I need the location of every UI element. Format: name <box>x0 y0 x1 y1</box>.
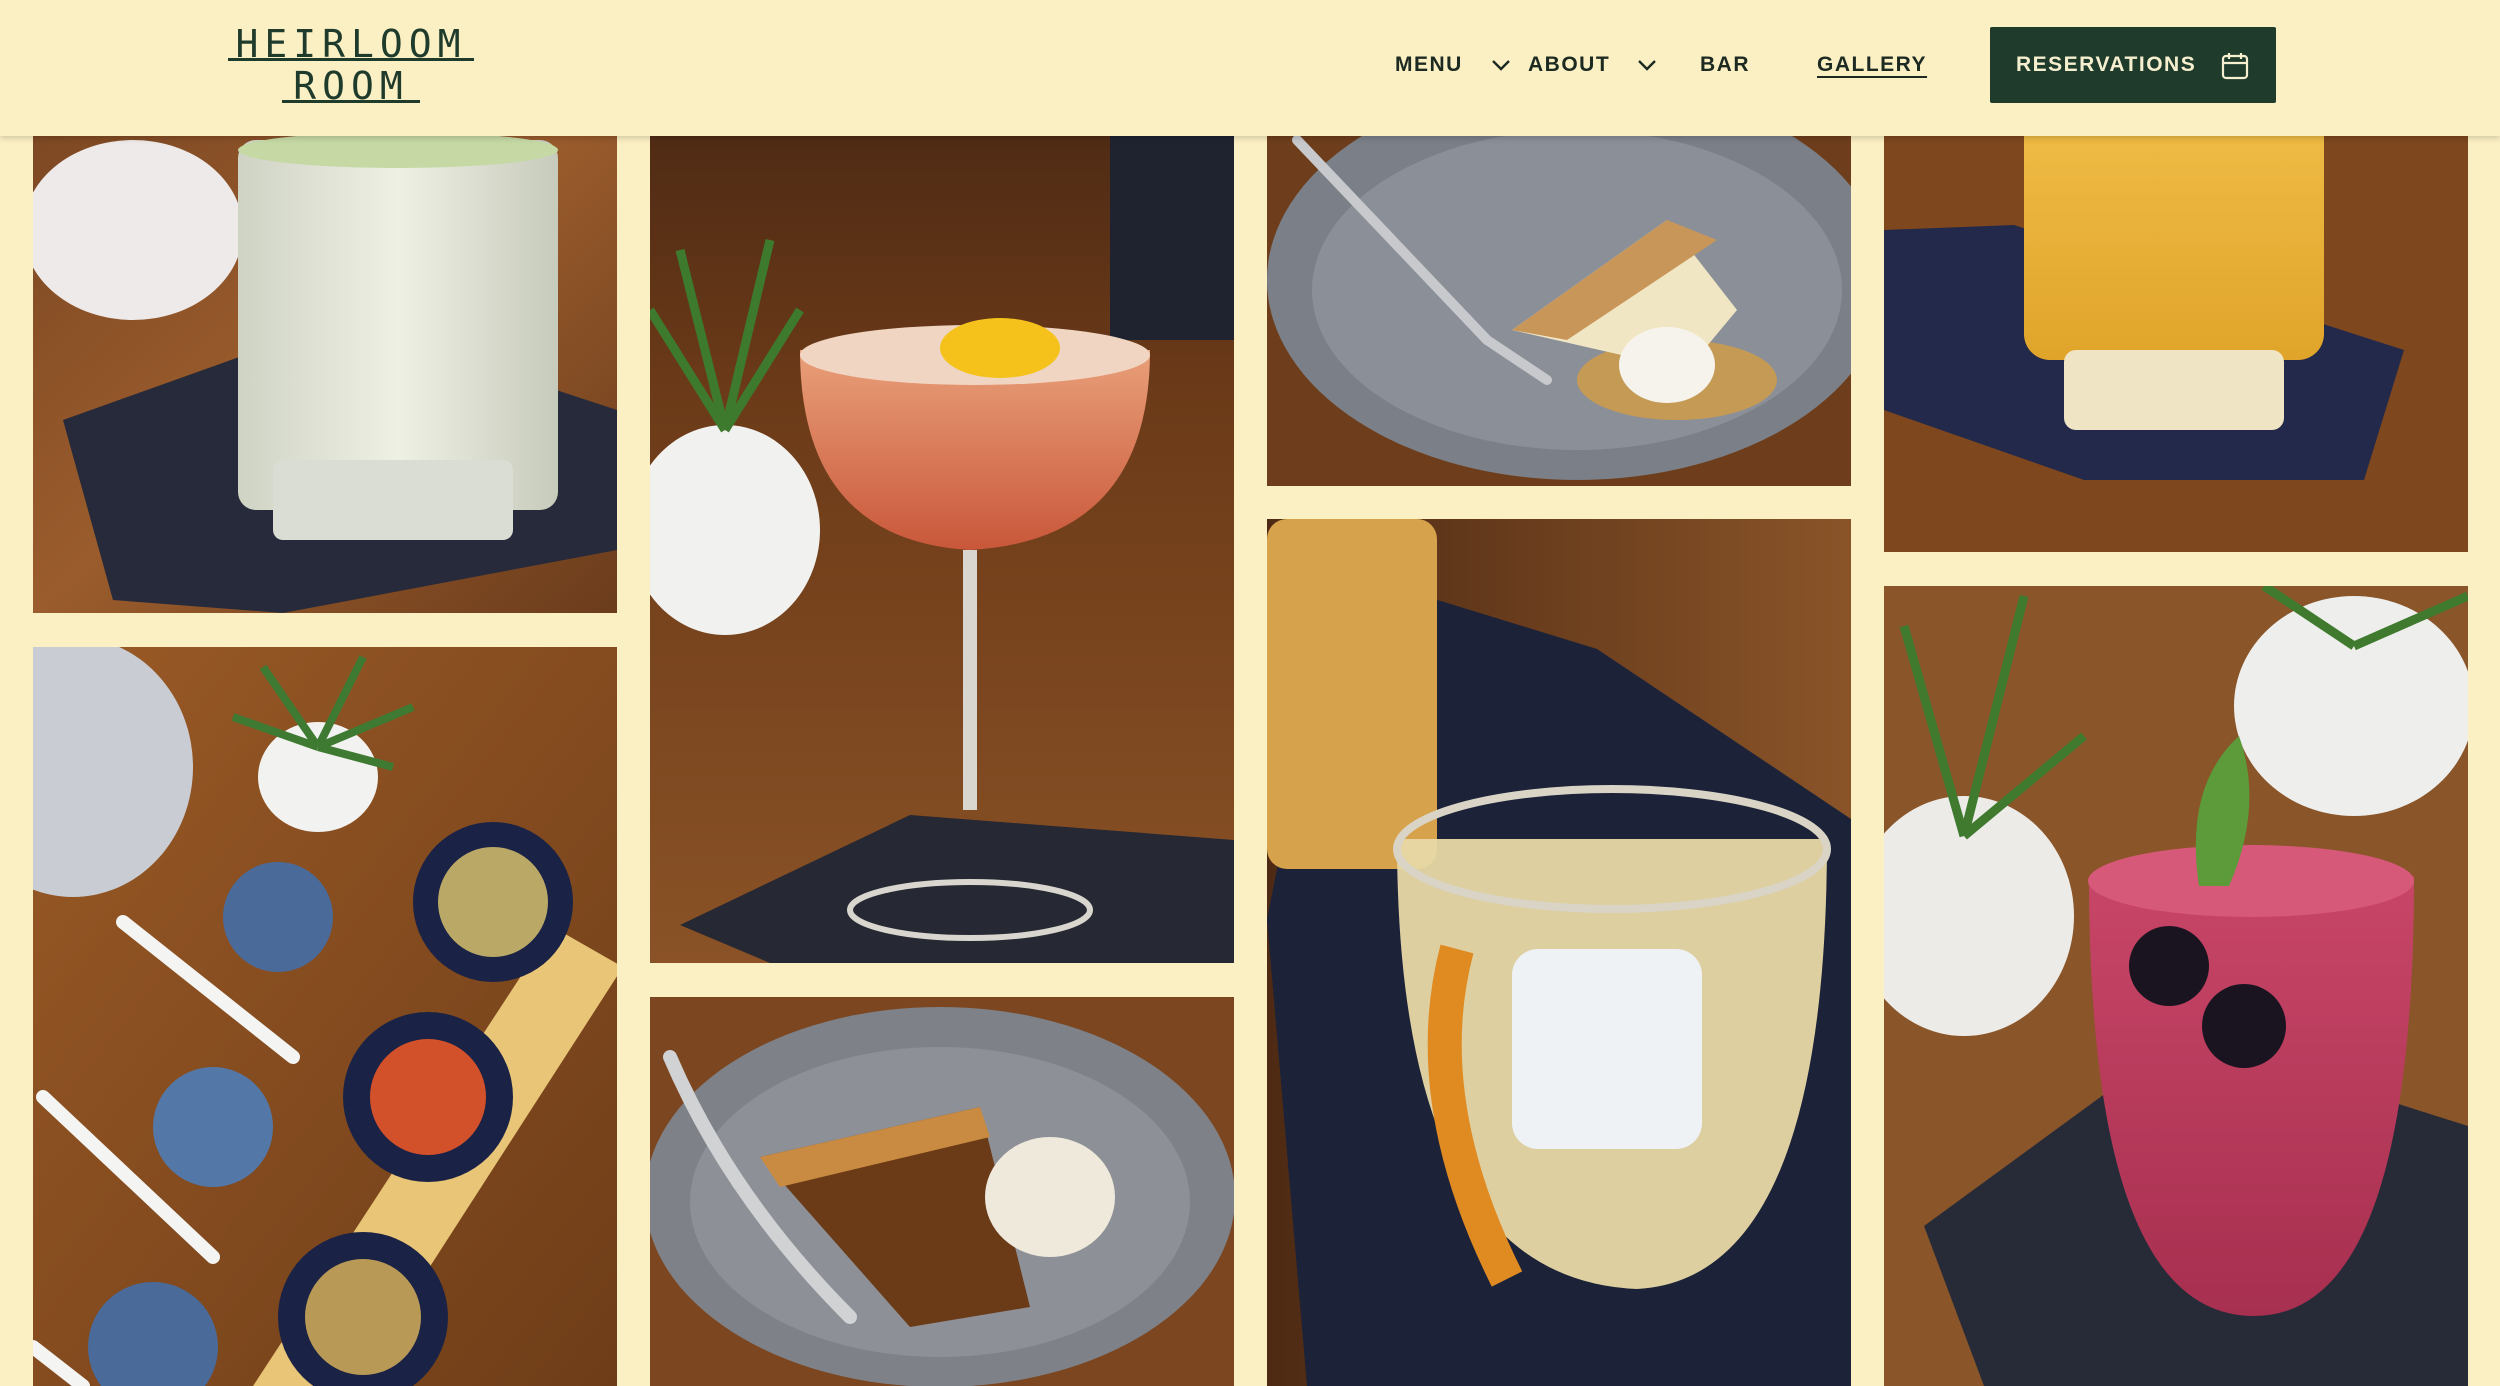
chevron-down-icon[interactable] <box>1490 54 1512 76</box>
nav-gallery[interactable]: GALLERY <box>1817 50 1927 80</box>
main-nav: MENU ABOUT BAR GALLERY RESERVATIONS <box>0 0 2500 130</box>
nav-bar[interactable]: BAR <box>1700 50 1750 80</box>
pecan-pie-image <box>650 997 1234 1386</box>
coupe-cocktail-image <box>650 80 1234 963</box>
chevron-down-icon[interactable] <box>1636 54 1658 76</box>
old-fashioned-image <box>1267 519 1851 1386</box>
photo-orange-coupe-cocktail[interactable] <box>650 80 1234 963</box>
condiment-board-image <box>33 647 617 1386</box>
cheesecake-image <box>1267 80 1851 486</box>
blackberry-cocktail-image <box>1884 586 2468 1386</box>
photo-almond-cheesecake[interactable] <box>1267 80 1851 486</box>
photo-cucumber-cocktail[interactable] <box>33 80 617 613</box>
nav-about[interactable]: ABOUT <box>1528 50 1610 80</box>
highball-image <box>1884 80 2468 552</box>
nav-menu[interactable]: MENU <box>1395 50 1463 80</box>
photo-pecan-pie[interactable] <box>650 997 1234 1386</box>
reservations-button[interactable]: RESERVATIONS <box>1990 27 2276 103</box>
reservations-label: RESERVATIONS <box>2016 53 2197 76</box>
photo-orange-highball[interactable] <box>1884 80 2468 552</box>
photo-old-fashioned[interactable] <box>1267 519 1851 1386</box>
photo-blackberry-mint-cocktail[interactable] <box>1884 586 2468 1386</box>
photo-condiment-board[interactable] <box>33 647 617 1386</box>
cocktail-image <box>33 80 617 613</box>
calendar-icon <box>2221 53 2249 80</box>
site-header: HEIRLOOM ROOM MENU ABOUT BAR GALLERY RES… <box>0 0 2500 136</box>
